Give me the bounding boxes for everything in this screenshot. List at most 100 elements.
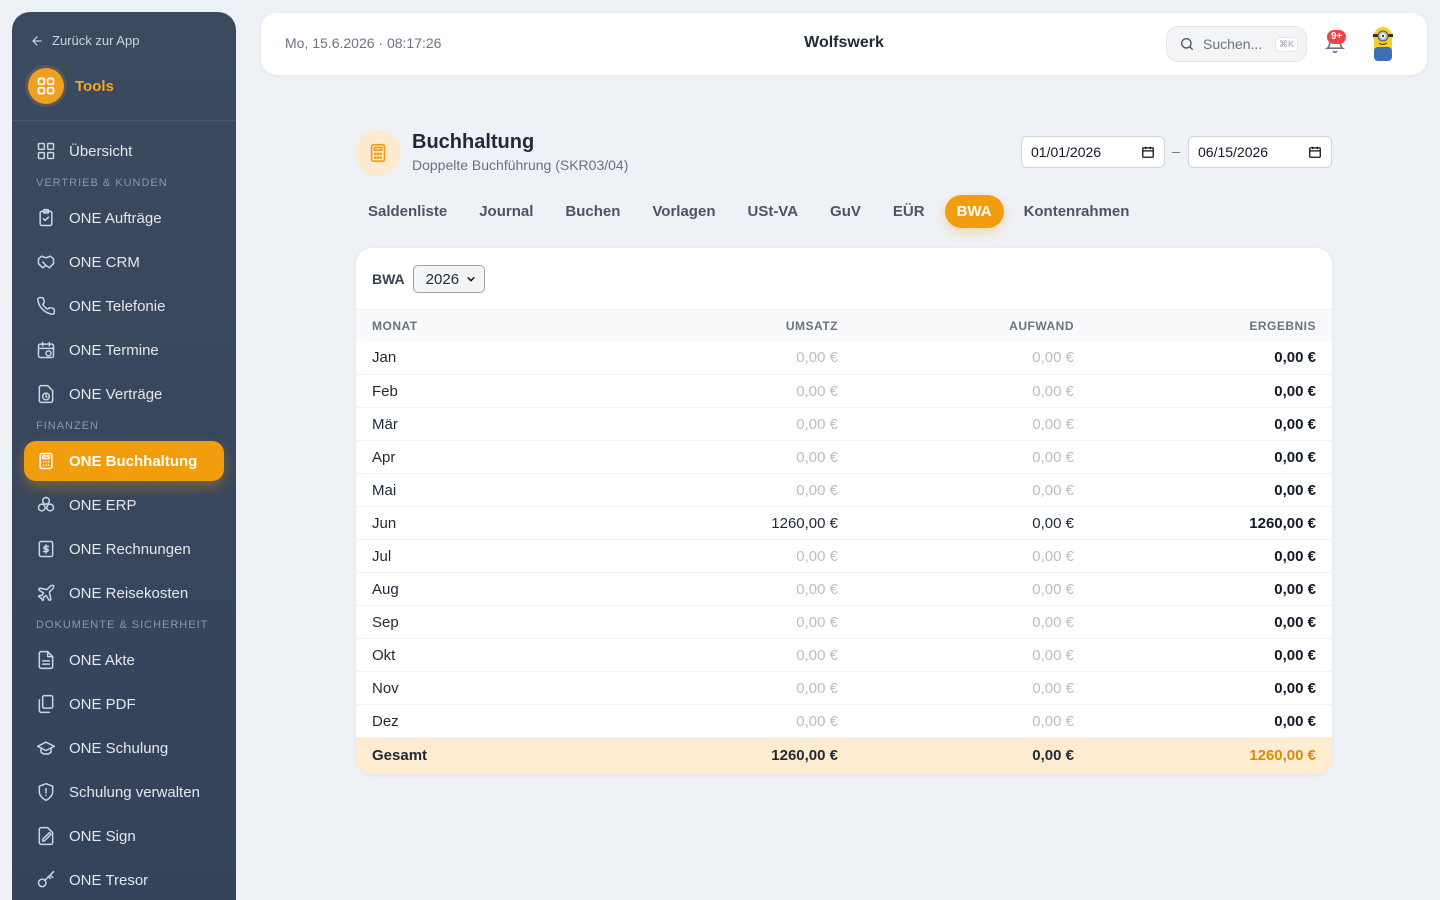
cell-monat: Mai	[372, 481, 397, 499]
table-row: Sep 0,00 € 0,00 € 0,00 €	[356, 606, 1332, 639]
shield-icon	[38, 782, 54, 802]
table-row: Jun 1260,00 € 0,00 € 1260,00 €	[356, 507, 1332, 540]
cell-aufwand: 0,00 €	[1032, 382, 1074, 400]
sidebar-item-one-termine[interactable]: ONE Termine	[24, 330, 224, 370]
bwa-card: BWA 2026 MONAT UMSATZ AUFWAND ERGEBNIS J…	[356, 248, 1332, 774]
sidebar-section-label: DOKUMENTE & SICHERHEIT	[36, 619, 209, 631]
sidebar-item-one-tresor[interactable]: ONE Tresor	[24, 860, 224, 900]
sidebar-section-label: VERTRIEB & KUNDEN	[36, 177, 168, 189]
back-to-app-link[interactable]: Zurück zur App	[30, 33, 139, 48]
sidebar-item-label: ONE Akte	[69, 651, 135, 669]
search-input[interactable]	[1203, 36, 1267, 52]
total-ergebnis: 1260,00 €	[1249, 747, 1316, 765]
sidebar-item-one-telefonie[interactable]: ONE Telefonie	[24, 286, 224, 326]
calendar-icon[interactable]	[1141, 145, 1155, 159]
cell-ergebnis: 0,00 €	[1274, 679, 1316, 697]
cell-umsatz: 1260,00 €	[771, 514, 838, 532]
date-from-value: 01/01/2026	[1031, 144, 1102, 160]
sidebar-item-label: ONE Reisekosten	[69, 584, 189, 602]
chevron-down-icon	[467, 277, 475, 282]
date-to-value: 06/15/2026	[1198, 144, 1269, 160]
sidebar-item-label: ONE Sign	[69, 827, 136, 845]
table-row: Feb 0,00 € 0,00 € 0,00 €	[356, 375, 1332, 408]
bwa-table: MONAT UMSATZ AUFWAND ERGEBNIS Jan 0,00 € 0…	[356, 309, 1332, 774]
calculator-icon	[355, 130, 401, 176]
sidebar-item-label: ONE Telefonie	[69, 297, 166, 315]
year-select[interactable]: 2026	[412, 265, 485, 293]
cell-ergebnis: 0,00 €	[1274, 448, 1316, 466]
cell-aufwand: 0,00 €	[1032, 349, 1074, 367]
sidebar-divider	[12, 120, 236, 121]
sidebar-item-label: ONE Verträge	[69, 385, 163, 403]
tab-bar: Saldenliste Journal Buchen Vorlagen USt-VA Gu…	[356, 195, 1149, 228]
cell-umsatz: 0,00 €	[796, 481, 838, 499]
cell-aufwand: 0,00 €	[1032, 646, 1074, 664]
signature-icon	[38, 826, 54, 846]
sidebar-item-label: ONE ERP	[69, 496, 137, 514]
cell-monat: Sep	[372, 613, 399, 631]
cell-aufwand: 0,00 €	[1032, 580, 1074, 598]
sidebar-item-one-aufträge[interactable]: ONE Aufträge	[24, 198, 224, 238]
graduation-cap-icon	[36, 741, 56, 755]
table-row: Jul 0,00 € 0,00 € 0,00 €	[356, 540, 1332, 573]
tab-bwa[interactable]: BWA	[944, 195, 1004, 228]
sidebar-item-label: ONE CRM	[69, 253, 140, 271]
sidebar-item-one-schulung[interactable]: ONE Schulung	[24, 728, 224, 768]
search-box[interactable]: ⌘K	[1166, 26, 1307, 62]
cell-monat: Mär	[372, 415, 398, 433]
cell-ergebnis: 1260,00 €	[1249, 514, 1316, 532]
sidebar-section-label: FINANZEN	[36, 420, 99, 432]
sidebar-item-one-reisekosten[interactable]: ONE Reisekosten	[24, 573, 224, 613]
tab-eür[interactable]: EÜR	[881, 195, 937, 228]
sidebar-item-one-crm[interactable]: ONE CRM	[24, 242, 224, 282]
tab-ust-va[interactable]: USt-VA	[735, 195, 810, 228]
tab-vorlagen[interactable]: Vorlagen	[640, 195, 727, 228]
back-to-app-label: Zurück zur App	[52, 33, 140, 48]
cell-aufwand: 0,00 €	[1032, 613, 1074, 631]
sidebar-item-one-buchhaltung[interactable]: ONE Buchhaltung	[24, 441, 224, 481]
cell-monat: Okt	[372, 646, 396, 664]
sidebar-item-one-pdf[interactable]: ONE PDF	[24, 684, 224, 724]
bwa-header: BWA 2026	[372, 265, 485, 293]
table-row: Okt 0,00 € 0,00 € 0,00 €	[356, 639, 1332, 672]
cell-ergebnis: 0,00 €	[1274, 646, 1316, 664]
column-header-aufwand: AUFWAND	[1009, 318, 1074, 333]
tools-header[interactable]: Tools	[28, 68, 114, 104]
tab-saldenliste[interactable]: Saldenliste	[356, 195, 459, 228]
top-bar: Mo, 15.6.2026 · 08:17:26 Wolfswerk ⌘K 9+	[261, 13, 1427, 75]
tab-guv[interactable]: GuV	[818, 195, 873, 228]
arrow-left-icon	[32, 35, 42, 46]
tab-journal[interactable]: Journal	[467, 195, 545, 228]
calendar-icon[interactable]	[1308, 145, 1322, 159]
receipt-icon	[38, 540, 54, 558]
sidebar-item-one-sign[interactable]: ONE Sign	[24, 816, 224, 856]
date-to-input[interactable]: 06/15/2026	[1188, 136, 1332, 168]
total-aufwand: 0,00 €	[1032, 747, 1074, 765]
date-from-input[interactable]: 01/01/2026	[1021, 136, 1165, 168]
search-shortcut: ⌘K	[1275, 36, 1299, 52]
tab-kontenrahmen[interactable]: Kontenrahmen	[1012, 195, 1142, 228]
files-icon	[38, 694, 54, 714]
sidebar-item-one-rechnungen[interactable]: ONE Rechnungen	[24, 529, 224, 569]
sidebar-item-one-verträge[interactable]: ONE Verträge	[24, 374, 224, 414]
sidebar-item-one-erp[interactable]: ONE ERP	[24, 485, 224, 525]
sidebar-item-one-akte[interactable]: ONE Akte	[24, 640, 224, 680]
sidebar-item-label: ONE Tresor	[69, 871, 149, 889]
total-umsatz: 1260,00 €	[771, 747, 838, 765]
table-row: Nov 0,00 € 0,00 € 0,00 €	[356, 672, 1332, 705]
avatar[interactable]	[1369, 23, 1397, 65]
cell-aufwand: 0,00 €	[1032, 514, 1074, 532]
date-separator: –	[1172, 143, 1180, 159]
cell-umsatz: 0,00 €	[796, 349, 838, 367]
cell-monat: Feb	[372, 382, 398, 400]
sidebar-item-label: ONE Rechnungen	[69, 540, 191, 558]
page-title: Buchhaltung	[412, 131, 535, 153]
sidebar-item-schulung-verwalten[interactable]: Schulung verwalten	[24, 772, 224, 812]
page-subtitle: Doppelte Buchführung (SKR03/04)	[412, 157, 629, 173]
sidebar-item-übersicht[interactable]: Übersicht	[24, 131, 224, 171]
tab-buchen[interactable]: Buchen	[553, 195, 632, 228]
cell-monat: Nov	[372, 679, 399, 697]
table-row: Apr 0,00 € 0,00 € 0,00 €	[356, 441, 1332, 474]
table-row: Mär 0,00 € 0,00 € 0,00 €	[356, 408, 1332, 441]
cell-ergebnis: 0,00 €	[1274, 580, 1316, 598]
